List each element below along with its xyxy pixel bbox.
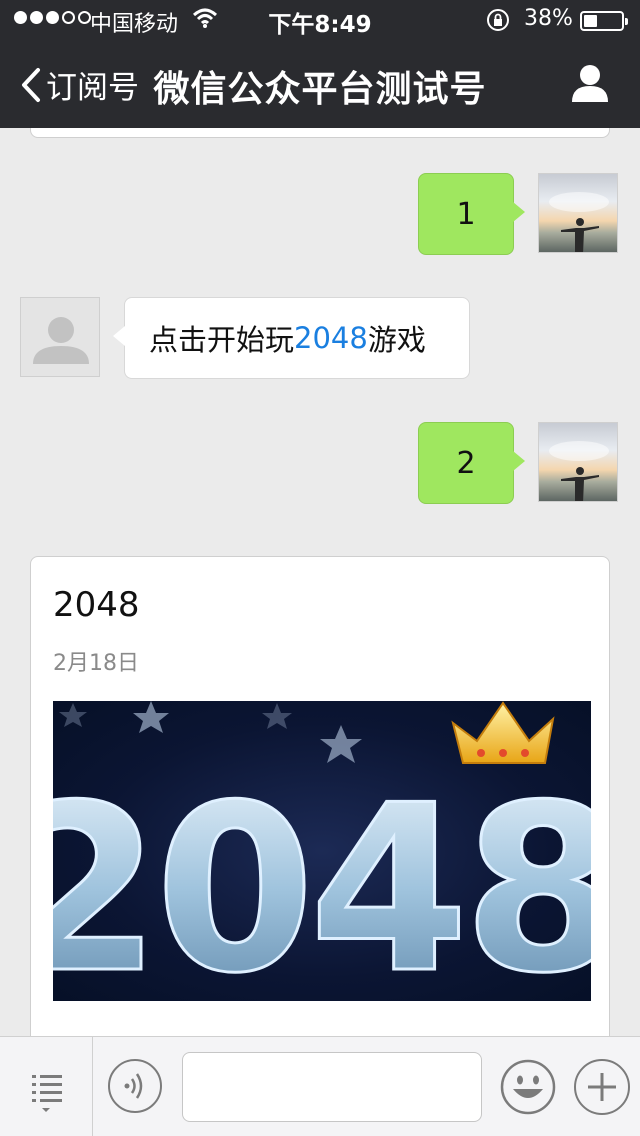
chat-area[interactable]: 1 点击开始玩 2048 游戏 2 2048 2月18日 048 [0, 128, 640, 1036]
voice-button[interactable] [108, 1059, 162, 1113]
my-avatar[interactable] [538, 173, 618, 253]
article-cover-image[interactable]: 2048 [53, 701, 591, 1001]
profile-icon[interactable] [570, 64, 610, 102]
navigation-bar: 订阅号 微信公众平台测试号 [0, 40, 640, 128]
received-message-bubble[interactable]: 点击开始玩 2048 游戏 [113, 297, 470, 379]
menu-list-icon[interactable] [18, 1063, 74, 1119]
more-button[interactable] [574, 1059, 630, 1115]
status-bar: 中国移动 下午8:49 38% [0, 0, 640, 40]
official-account-avatar[interactable] [20, 297, 100, 377]
message-text: 2 [456, 445, 476, 481]
sent-message-bubble[interactable]: 1 [418, 173, 525, 255]
message-text: 1 [456, 196, 476, 232]
voice-icon [124, 1073, 143, 1099]
battery-percent: 38% [524, 6, 573, 31]
message-link-2048[interactable]: 2048 [294, 321, 368, 355]
page-title: 微信公众平台测试号 [153, 69, 487, 110]
article-card[interactable]: 2048 2月18日 048 [30, 556, 610, 1036]
article-title: 2048 [53, 585, 140, 625]
cover-title-text: 2048 [53, 757, 591, 1001]
star-icon [59, 701, 362, 763]
crown-icon [451, 701, 555, 764]
my-avatar[interactable] [538, 422, 618, 502]
sent-message-bubble[interactable]: 2 [418, 422, 525, 504]
emoji-icon[interactable] [500, 1059, 556, 1115]
person-silhouette-icon [549, 192, 609, 252]
message-input[interactable] [182, 1052, 482, 1122]
input-bar-divider [92, 1037, 93, 1136]
default-avatar-icon [33, 317, 89, 364]
article-date: 2月18日 [53, 651, 139, 676]
input-bar [0, 1036, 640, 1136]
orientation-lock-icon [487, 9, 509, 31]
previous-message-card [30, 128, 610, 138]
top-bar: 中国移动 下午8:49 38% 订阅号 微信公众平台测试号 [0, 0, 640, 128]
person-silhouette-icon [549, 441, 609, 501]
message-text-suffix: 游戏 [367, 323, 426, 357]
battery-icon [580, 11, 628, 31]
message-text-prefix: 点击开始玩 [149, 323, 295, 357]
plus-icon [588, 1073, 616, 1101]
